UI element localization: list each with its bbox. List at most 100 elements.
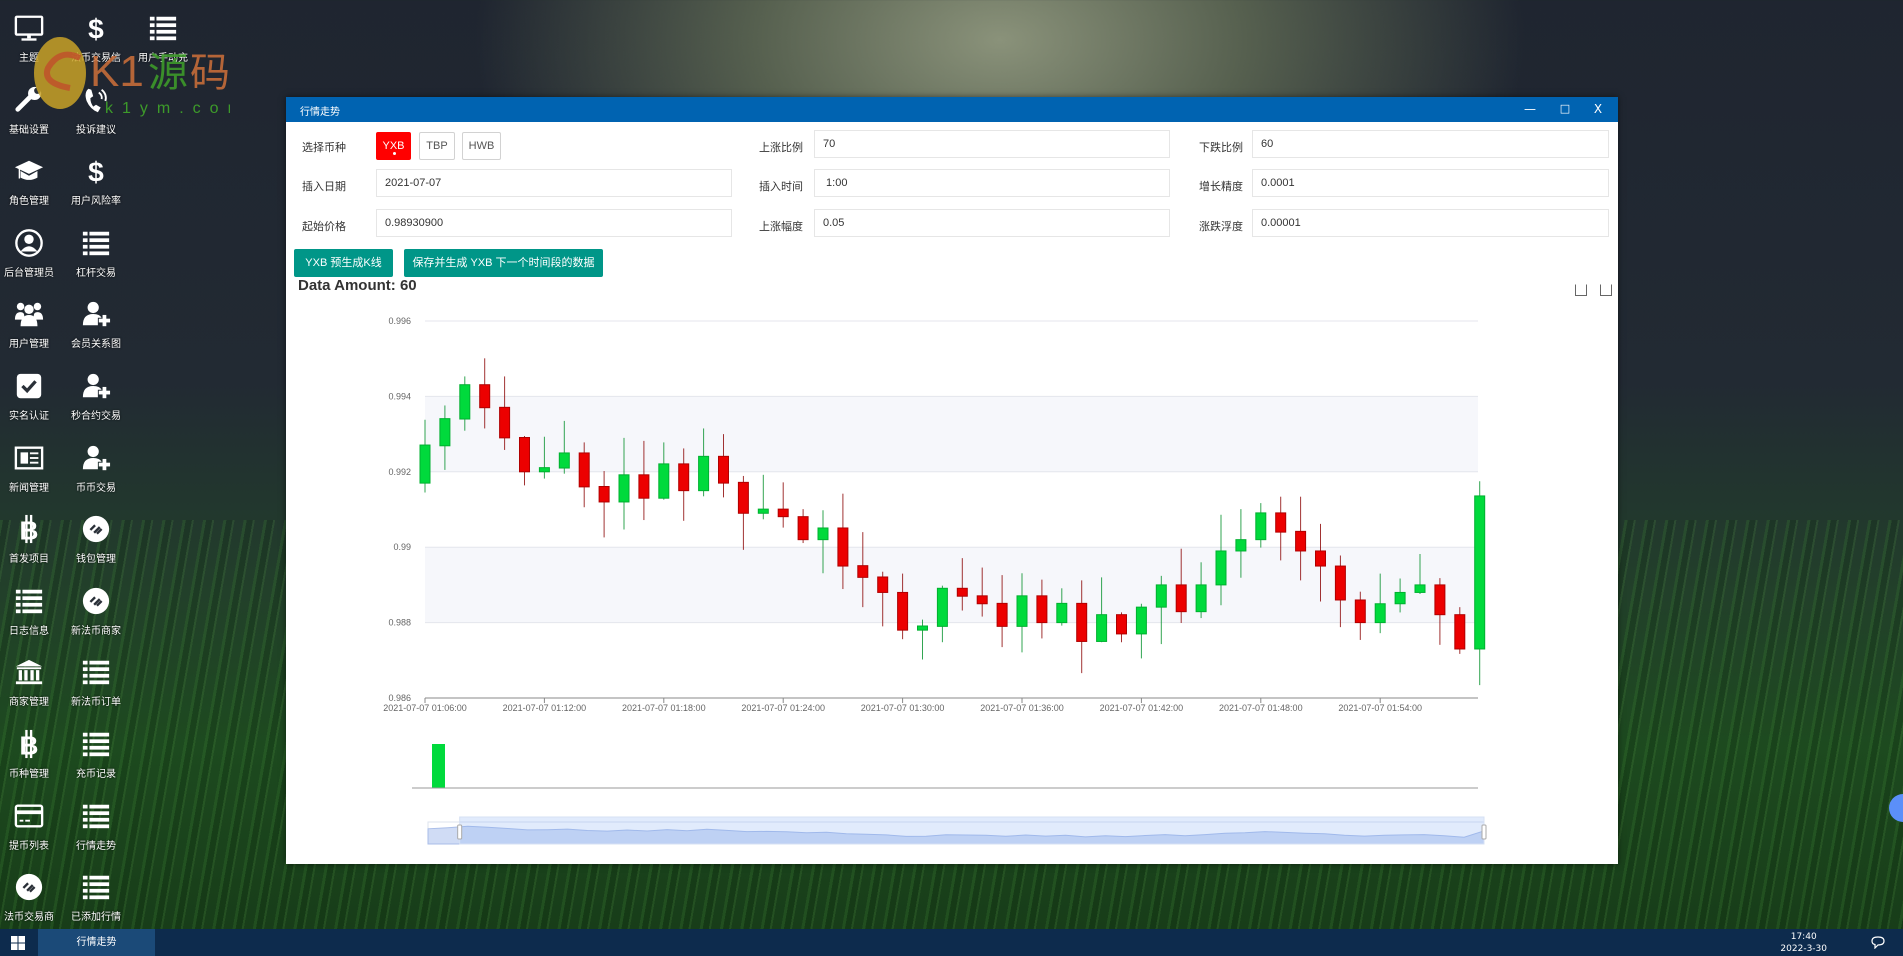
desktop-icon-26[interactable]: 已添加行情 [63, 872, 129, 923]
candle-body [519, 436, 530, 473]
svg-text:K1: K1 [90, 47, 144, 96]
x-tick-label: 2021-07-07 01:06:00 [383, 703, 467, 713]
svg-text:码: 码 [190, 51, 230, 95]
candlestick-chart: 0.9960.9940.9920.990.9880.9862021-07-07 … [383, 316, 1487, 845]
bitcoin-icon [14, 729, 44, 759]
desktop-icon-12[interactable]: 秒合约交易 [63, 371, 129, 422]
desktop-icon-label: 杠杆交易 [76, 267, 116, 279]
desktop-icon-label: 新法币商家 [71, 625, 121, 637]
candle-body [698, 455, 710, 492]
candle-body [996, 602, 1008, 627]
candle-body [1235, 539, 1247, 552]
y-tick-label: 0.99 [393, 542, 411, 552]
desktop-icon-10[interactable]: 会员关系图 [63, 299, 129, 350]
desktop-icon-24[interactable]: 行情走势 [63, 801, 129, 852]
y-tick-label: 0.992 [388, 467, 411, 477]
desktop-icon-label: 提币列表 [9, 840, 49, 852]
desktop-icon-label: 商家管理 [9, 697, 49, 709]
y-tick-label: 0.988 [388, 618, 411, 628]
users-icon [14, 299, 44, 329]
candle-body [459, 384, 471, 420]
desktop-icon-20[interactable]: 新法币订单 [63, 657, 129, 708]
desktop-icon-25[interactable]: 法币交易商 [0, 872, 62, 923]
desktop-icon-13[interactable]: 新闻管理 [0, 443, 62, 494]
candle-body [1195, 584, 1207, 613]
taskbar-clock[interactable]: 17:40 2022-3-30 [1780, 931, 1827, 955]
desktop-icon-label: 法币交易商 [4, 912, 54, 924]
candle-body [857, 565, 869, 578]
candle-body [1036, 595, 1048, 624]
datazoom-handle-left[interactable] [457, 824, 463, 840]
candle-body [1076, 602, 1088, 642]
candle-body [1016, 595, 1028, 627]
desktop-icon-15[interactable]: 首发项目 [0, 514, 62, 565]
svg-text:源: 源 [148, 51, 188, 95]
candle-body [1354, 599, 1366, 624]
datazoom-handle-right[interactable] [1481, 824, 1487, 840]
exchange-circle-icon [81, 586, 111, 616]
x-tick-label: 2021-07-07 01:30:00 [861, 703, 945, 713]
desktop-icon-19[interactable]: 商家管理 [0, 657, 62, 708]
desktop-icon-5[interactable]: 角色管理 [0, 156, 62, 207]
desktop-icon-label: 币币交易 [76, 482, 116, 494]
desktop-icon-18[interactable]: 新法币商家 [63, 586, 129, 637]
candle-body [797, 516, 809, 541]
exchange-circle-icon [81, 514, 111, 544]
dollar-icon [81, 156, 111, 186]
desktop-icon-14[interactable]: 币币交易 [63, 443, 129, 494]
candle-body [1454, 614, 1466, 650]
list-icon [81, 657, 111, 687]
candle-body [479, 384, 491, 409]
user-plus-icon [81, 299, 111, 329]
list-icon [81, 729, 111, 759]
desktop-icon-label: 钱包管理 [76, 554, 116, 566]
taskbar-item-market-trend[interactable]: 行情走势 [38, 929, 155, 956]
desktop-icon-label: 秒合约交易 [71, 411, 121, 422]
candle-body [538, 467, 550, 473]
volume-bar [432, 744, 445, 788]
y-tick-label: 0.986 [388, 693, 411, 703]
candle-body [1394, 591, 1406, 605]
datazoom-selected-range [459, 816, 1485, 845]
desktop-icon-23[interactable]: 提币列表 [0, 801, 62, 852]
candle-body [917, 625, 928, 631]
desktop-icon-17[interactable]: 日志信息 [0, 586, 62, 637]
candle-body [1255, 512, 1267, 541]
desktop-icon-label: 基础设置 [9, 124, 49, 136]
x-tick-label: 2021-07-07 01:18:00 [622, 703, 706, 713]
user-plus-icon [81, 371, 111, 401]
candle-body [618, 474, 630, 503]
check-square-icon [14, 371, 44, 401]
candle-body [1434, 584, 1446, 616]
desktop-icon-8[interactable]: 杠杆交易 [63, 228, 129, 279]
candle-body [936, 587, 948, 627]
desktop-icon-9[interactable]: 用户管理 [0, 299, 62, 350]
desktop-icon-11[interactable]: 实名认证 [0, 371, 62, 422]
candle-body [558, 452, 570, 469]
desktop-icon-label: 后台管理员 [4, 267, 54, 279]
candle-body [598, 486, 610, 503]
bank-icon [14, 657, 44, 687]
windows-start-icon[interactable] [11, 936, 25, 950]
desktop-icon-6[interactable]: 用户风险率 [63, 156, 129, 207]
candle-body [1414, 584, 1426, 593]
desktop-icon-label: 投诉建议 [76, 124, 116, 136]
candle-body [777, 508, 789, 518]
desktop-icon-7[interactable]: 后台管理员 [0, 228, 62, 279]
candle-body [877, 576, 889, 593]
candle-body [817, 527, 829, 541]
desktop-icon-16[interactable]: 钱包管理 [63, 514, 129, 565]
newspaper-icon [14, 443, 44, 473]
market-trend-window: 行情走势 — □ X 选择币种 YXB TBP HWB 上涨比例 70 下跌比例… [286, 97, 1618, 864]
candle-body [578, 452, 590, 488]
x-tick-label: 2021-07-07 01:42:00 [1100, 703, 1184, 713]
credit-card-icon [14, 801, 44, 831]
notification-icon[interactable] [1871, 936, 1885, 949]
candle-body [1215, 550, 1227, 586]
desktop-icon-22[interactable]: 充币记录 [63, 729, 129, 780]
candle-body [718, 455, 729, 484]
desktop-icon-21[interactable]: 币种管理 [0, 729, 62, 780]
desktop-icon-label: 已添加行情 [71, 912, 121, 924]
desktop-icon-label: 币种管理 [9, 769, 49, 780]
clock-time: 17:40 [1790, 932, 1817, 942]
